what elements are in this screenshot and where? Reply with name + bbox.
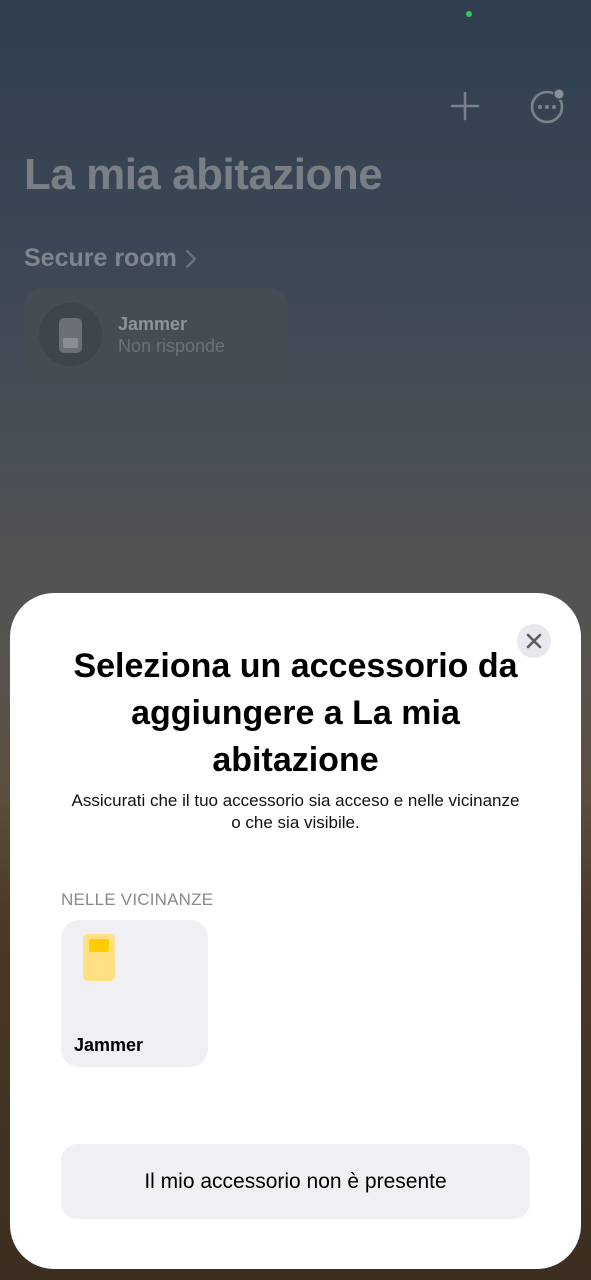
accessory-tile-jammer[interactable]: Jammer Non risponde xyxy=(24,288,288,381)
page-title: La mia abitazione xyxy=(24,150,383,199)
section-label-nearby: NELLE VICINANZE xyxy=(61,890,214,909)
accessory-not-present-button[interactable]: Il mio accessorio non è presente xyxy=(61,1144,530,1219)
accessory-card-jammer[interactable]: Jammer xyxy=(61,920,208,1067)
room-header-secure-room[interactable]: Secure room xyxy=(24,244,197,273)
tile-status: Non risponde xyxy=(118,336,226,356)
chevron-right-icon xyxy=(185,249,196,268)
plus-icon xyxy=(450,91,480,121)
accessory-name: Jammer xyxy=(74,1035,144,1055)
room-name: Secure room xyxy=(24,244,177,272)
sheet-subtitle: Assicurati che il tuo accessorio sia acc… xyxy=(71,791,520,832)
tile-name: Jammer xyxy=(118,314,188,334)
device-icon xyxy=(39,303,102,366)
ellipsis-circle-icon xyxy=(530,88,565,124)
more-button[interactable] xyxy=(525,84,569,128)
device-icon xyxy=(83,934,115,981)
add-accessory-sheet: Seleziona un accessorio da aggiungere a … xyxy=(10,593,581,1269)
sheet-title: Seleziona un accessorio da aggiungere a … xyxy=(73,647,518,779)
add-button[interactable] xyxy=(443,84,487,128)
camera-indicator-dot xyxy=(466,11,472,17)
